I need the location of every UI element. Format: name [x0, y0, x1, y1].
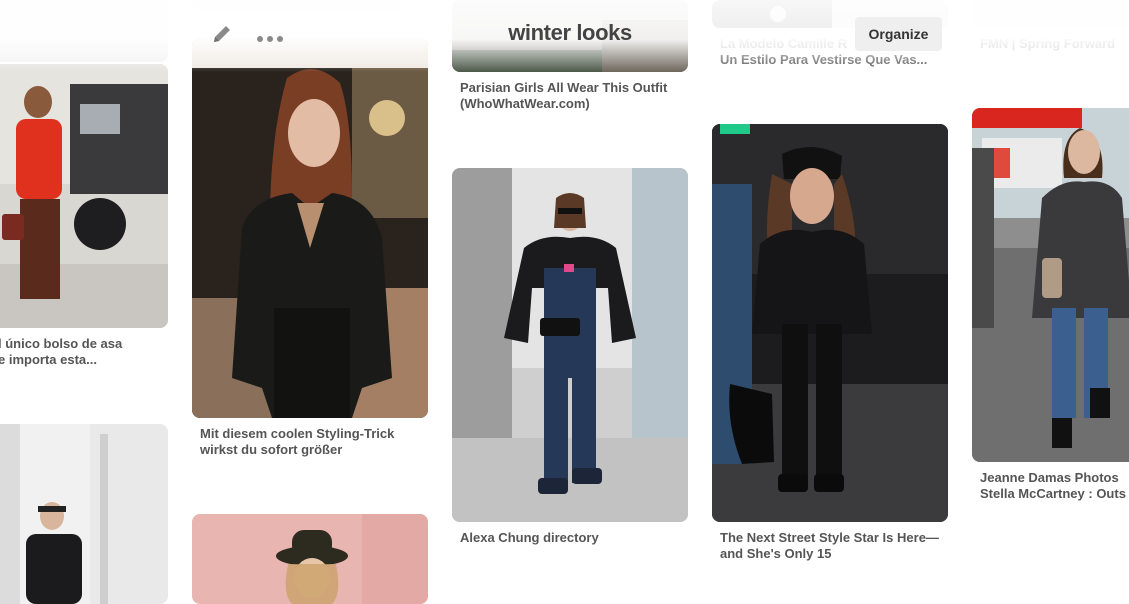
- pin-caption-col4-pin0-line2: Un Estilo Para Vestirse Que Vas...: [720, 52, 928, 67]
- pin-image-overalls[interactable]: [452, 168, 688, 522]
- pin-caption-col4-pin1: The Next Street Style Star Is Here—and S…: [720, 530, 939, 561]
- pin-image-night-street[interactable]: [712, 124, 948, 522]
- more-dots-icon[interactable]: [256, 30, 284, 42]
- pin-image-top-col5[interactable]: [972, 0, 1129, 28]
- pin-image-blazer[interactable]: [972, 108, 1129, 462]
- pin-image-black-blouse[interactable]: [192, 38, 428, 418]
- pencil-icon[interactable]: [210, 22, 234, 46]
- pin-image-pink-hat[interactable]: [192, 514, 428, 604]
- pin-image-top-col2[interactable]: [192, 0, 402, 10]
- pin-caption-col3-pin0: Parisian Girls All Wear This Outfit (Who…: [460, 80, 668, 111]
- pin-caption-col5-pin1: Jeanne Damas Photos Stella McCartney : O…: [980, 470, 1126, 501]
- pin-image-leather-jacket[interactable]: [0, 424, 168, 604]
- pin-image-top-col1[interactable]: [0, 0, 168, 62]
- pin-image-red-outfit[interactable]: [0, 64, 168, 328]
- pin-caption-col5-pin0: FMN | Spring Forward: [980, 36, 1116, 51]
- board-title: winter looks: [508, 20, 632, 45]
- pin-caption-col2-pin1: Mit diesem coolen Styling-Trick wirkst d…: [200, 426, 395, 457]
- pin-caption-col3-pin1: Alexa Chung directory: [460, 530, 599, 545]
- pin-caption-col1-pin1: l único bolso de asa e importa esta...: [0, 336, 123, 367]
- organize-button[interactable]: Organize: [855, 17, 942, 51]
